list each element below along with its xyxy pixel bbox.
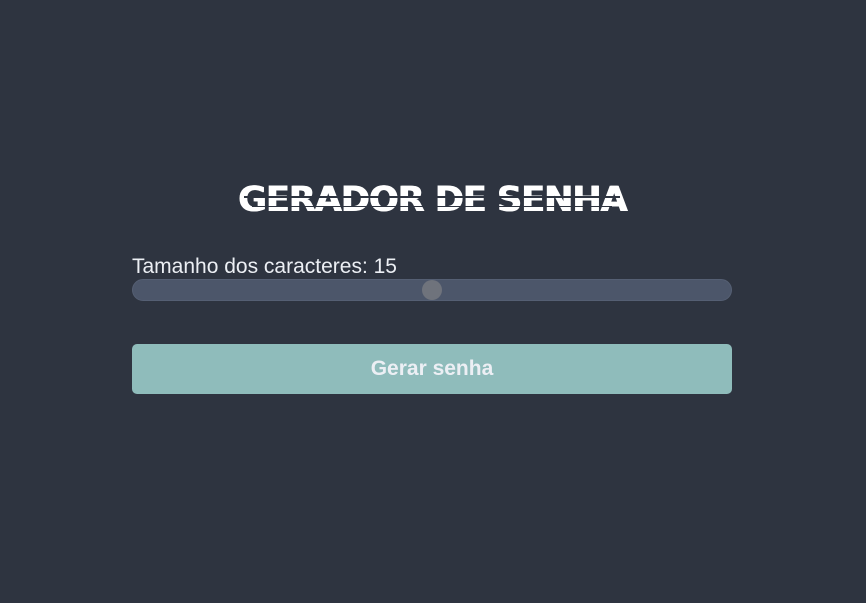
length-value: 15 xyxy=(373,255,397,278)
generate-password-button[interactable]: Gerar senha xyxy=(132,344,732,394)
length-label: Tamanho dos caracteres: 15 xyxy=(132,255,732,279)
length-slider[interactable] xyxy=(132,279,732,301)
length-label-text: Tamanho dos caracteres: xyxy=(132,255,374,278)
page-title: GERADOR DE SENHA xyxy=(132,176,732,224)
password-generator-panel: GERADOR DE SENHA Tamanho dos caracteres:… xyxy=(132,176,732,394)
length-slider-thumb[interactable] xyxy=(422,280,442,300)
